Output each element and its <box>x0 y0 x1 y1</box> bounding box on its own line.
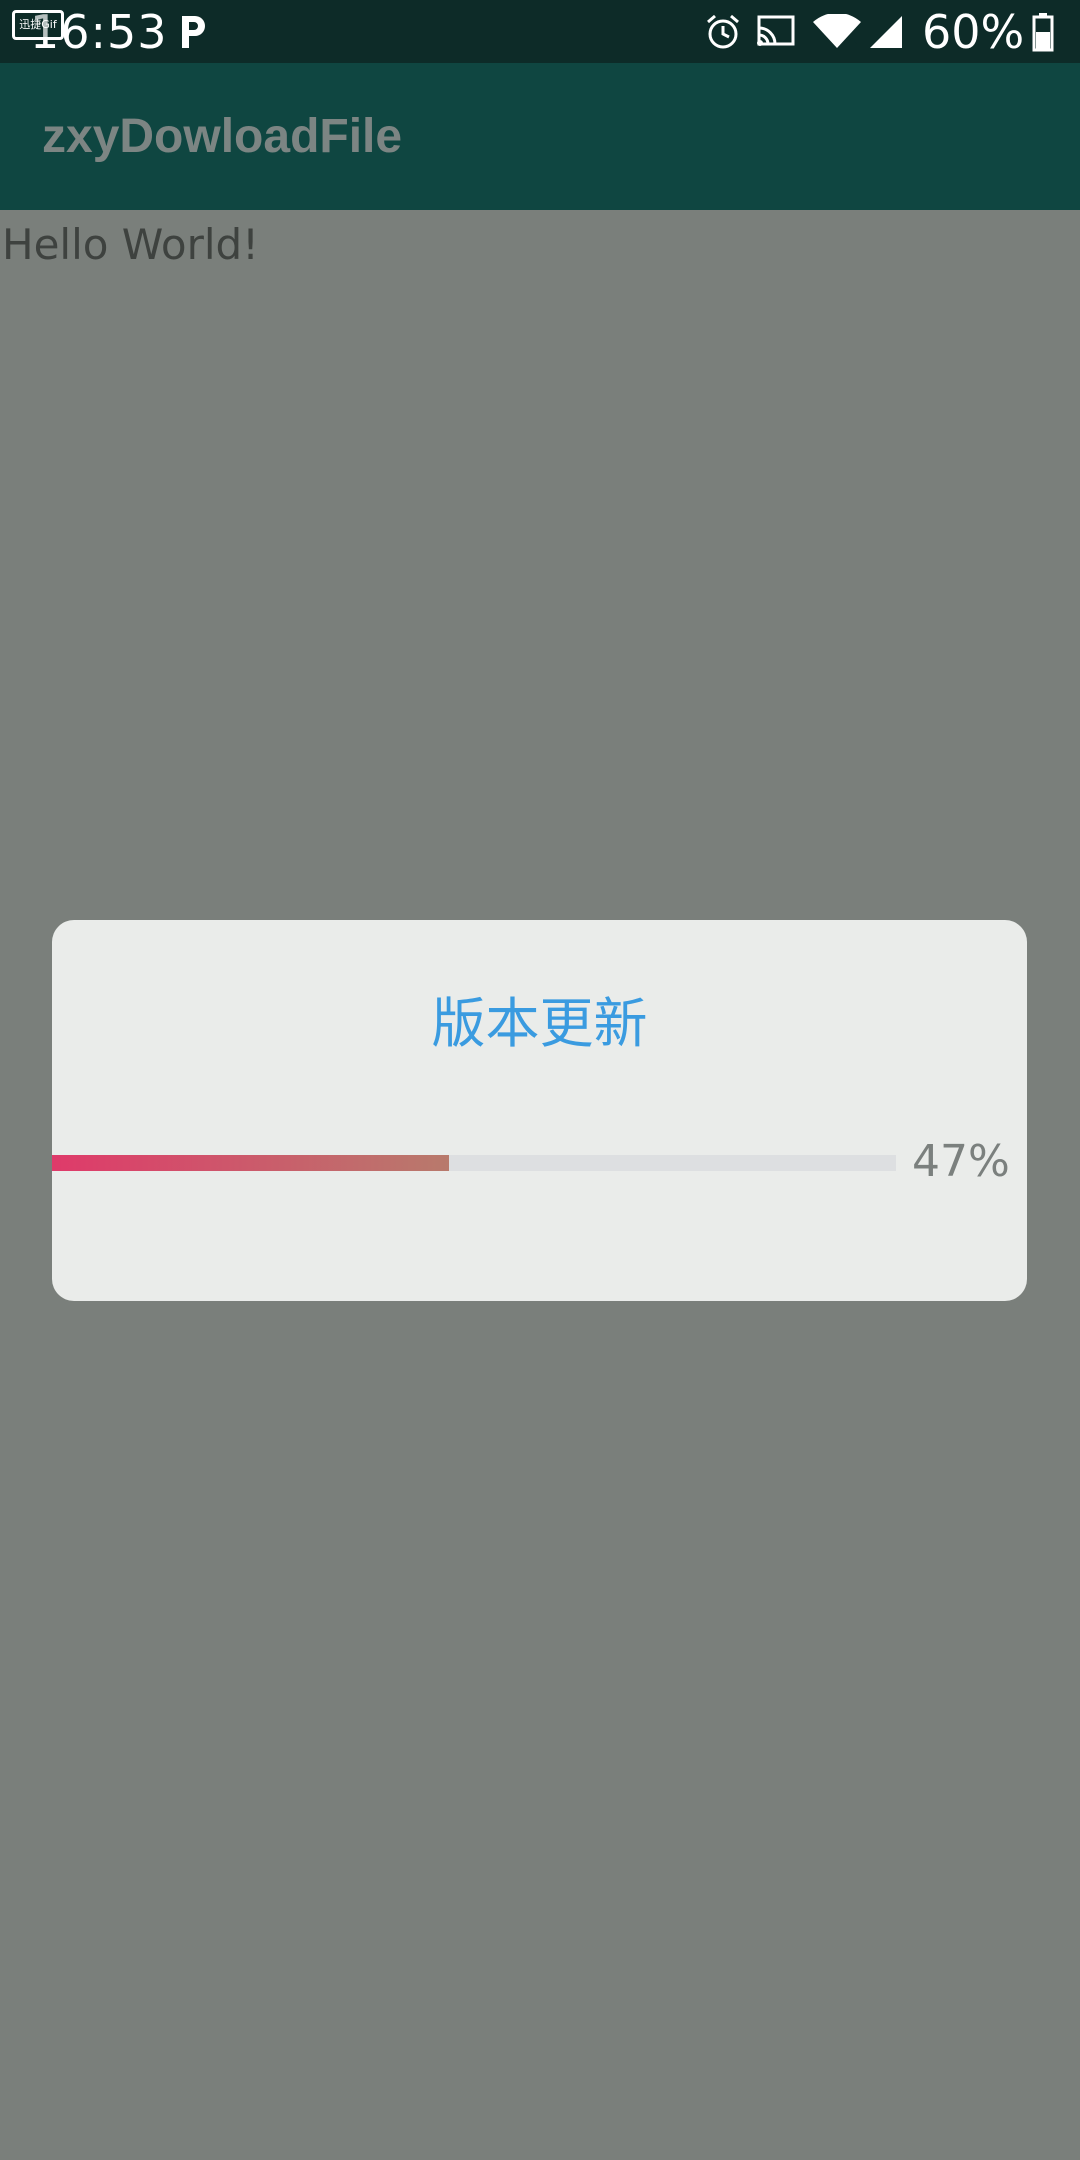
p-icon <box>182 16 205 48</box>
alarm-icon <box>707 14 739 49</box>
update-dialog: 版本更新 47% <box>52 920 1027 1301</box>
dialog-title: 版本更新 <box>431 992 648 1055</box>
hello-world-text: Hello World! <box>2 220 260 269</box>
progress-percent: 47% <box>912 1136 1010 1187</box>
download-progress-bar <box>52 1155 896 1171</box>
battery-icon <box>1032 13 1054 52</box>
wifi-icon <box>813 14 861 48</box>
signal-icon <box>870 16 902 48</box>
download-progress-fill <box>52 1155 449 1171</box>
cast-icon <box>757 15 795 46</box>
status-bar: 16:53 迅捷Gif 60% <box>0 0 1080 63</box>
battery-percent: 60% <box>922 5 1025 59</box>
gif-recorder-badge: 迅捷Gif <box>12 10 64 40</box>
app-bar: zxyDowloadFile <box>0 63 1080 210</box>
app-title: zxyDowloadFile <box>42 110 403 163</box>
